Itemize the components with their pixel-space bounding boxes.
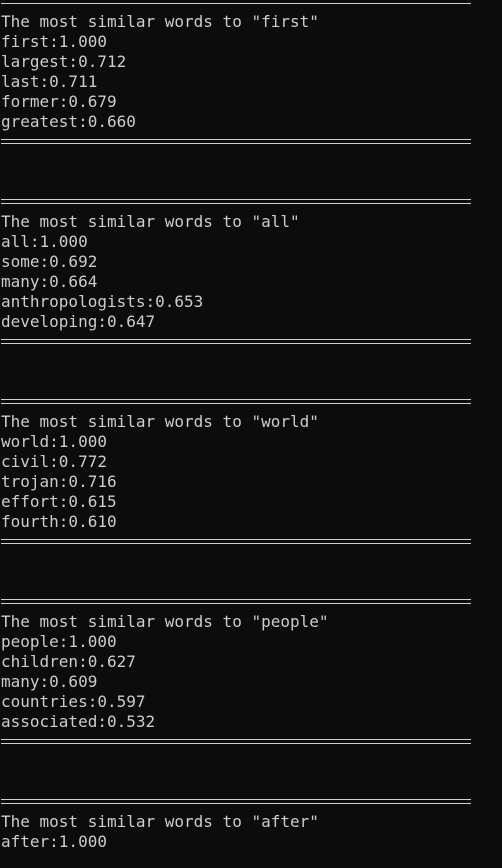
blank-lines — [1, 352, 501, 392]
result-row: many:0.664 — [1, 272, 98, 291]
separator-line — [1, 792, 501, 812]
separator-line — [1, 192, 501, 212]
result-row: former:0.679 — [1, 92, 117, 111]
result-row: some:0.692 — [1, 252, 98, 271]
result-row: fourth:0.610 — [1, 512, 117, 531]
block-header: The most similar words to "after" — [1, 812, 319, 831]
separator-line — [1, 0, 501, 12]
result-row: trojan:0.716 — [1, 472, 117, 491]
result-row: children:0.627 — [1, 652, 136, 671]
result-block-after: The most similar words to "after" after:… — [1, 792, 501, 852]
blank-lines — [1, 552, 501, 592]
result-block-people: The most similar words to "people" peopl… — [1, 592, 501, 752]
result-row: countries:0.597 — [1, 692, 146, 711]
result-row: first:1.000 — [1, 32, 107, 51]
result-block-all: The most similar words to "all" all:1.00… — [1, 192, 501, 352]
result-row: after:1.000 — [1, 832, 107, 851]
block-header: The most similar words to "all" — [1, 212, 300, 231]
result-row: associated:0.532 — [1, 712, 156, 731]
separator-line — [1, 132, 501, 152]
console-output: The most similar words to "first" first:… — [1, 0, 501, 852]
separator-line — [1, 332, 501, 352]
separator-line — [1, 532, 501, 552]
separator-line — [1, 732, 501, 752]
blank-lines — [1, 152, 501, 192]
result-row: last:0.711 — [1, 72, 98, 91]
result-row: anthropologists:0.653 — [1, 292, 204, 311]
separator-line — [1, 392, 501, 412]
separator-line — [1, 592, 501, 612]
result-row: world:1.000 — [1, 432, 107, 451]
result-row: largest:0.712 — [1, 52, 127, 71]
result-row: effort:0.615 — [1, 492, 117, 511]
block-header: The most similar words to "world" — [1, 412, 319, 431]
result-block-world: The most similar words to "world" world:… — [1, 392, 501, 552]
result-row: developing:0.647 — [1, 312, 156, 331]
result-block-first: The most similar words to "first" first:… — [1, 0, 501, 152]
result-row: people:1.000 — [1, 632, 117, 651]
blank-lines — [1, 752, 501, 792]
block-header: The most similar words to "first" — [1, 12, 319, 31]
block-header: The most similar words to "people" — [1, 612, 329, 631]
result-row: greatest:0.660 — [1, 112, 136, 131]
result-row: many:0.609 — [1, 672, 98, 691]
result-row: all:1.000 — [1, 232, 88, 251]
result-row: civil:0.772 — [1, 452, 107, 471]
